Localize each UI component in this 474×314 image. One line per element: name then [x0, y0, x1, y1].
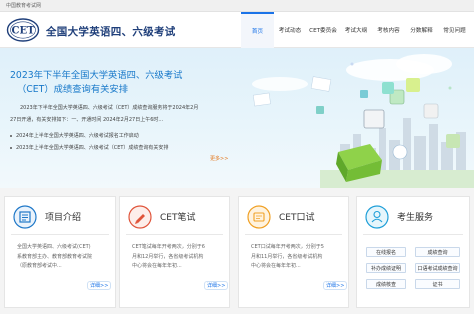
nav-item-faq[interactable]: 常见问题 [438, 12, 471, 48]
card-more-link[interactable]: 详细>> [204, 281, 229, 290]
certificate-button[interactable]: 证书 [415, 279, 460, 289]
card-project-intro: 项目介绍 全国大学英语四、六级考试(CET) 系教育部主办、教育部教育考试院 （… [4, 196, 116, 308]
card-title: 考生服务 [397, 213, 434, 223]
card-more-link[interactable]: 详细>> [323, 281, 348, 290]
card-divider [245, 234, 342, 235]
card-text-line: （原教育部考试中... [17, 263, 62, 269]
site-title: 全国大学英语四、六级考试 [46, 26, 176, 38]
online-registration-button[interactable]: 在线报名 [366, 247, 406, 257]
card-text-line: CET笔试每年开考两次，分别于6 [132, 244, 205, 250]
card-title: 项目介绍 [45, 213, 82, 223]
cet-logo-icon[interactable]: CET [6, 17, 40, 43]
logo-text: CET [11, 26, 35, 37]
card-cet-written: CET笔试 CET笔试每年开考两次，分别于6 月和12月举行，各省级考试机构 中… [119, 196, 230, 308]
book-icon [13, 205, 37, 229]
bullet-icon [10, 134, 12, 137]
user-icon [365, 205, 389, 229]
nav-item-score-explanation[interactable]: 分数解释 [405, 12, 438, 48]
nav-item-cet-committee[interactable]: CET委员会 [306, 12, 340, 48]
city-illustration-icon [252, 54, 474, 188]
notice-text: 2023年下半年全国大学英语四、六级考试（CET）成绩查询服务将于2024年2月 [20, 105, 199, 111]
card-divider [126, 234, 223, 235]
card-divider [363, 234, 463, 235]
card-divider [11, 234, 109, 235]
card-text-line: 全国大学英语四、六级考试(CET) [17, 244, 91, 250]
notice-link[interactable]: 2024年上半年全国大学英语四、六级考试报名工作启动 [10, 132, 139, 139]
bullet-icon [10, 146, 12, 149]
banner-title-line1[interactable]: 2023年下半年全国大学英语四、六级考试 [10, 67, 182, 81]
top-utility-bar: 中国教育考试网 [0, 0, 474, 12]
card-cet-oral: CET口试 CET口试每年开考两次，分别于5 月和11月举行，各省级考试机构 中… [238, 196, 349, 308]
score-review-button[interactable]: 成绩核查 [366, 279, 406, 289]
pencil-icon [128, 205, 152, 229]
card-title: CET口试 [279, 213, 315, 223]
nav-item-exam-news[interactable]: 考试动态 [274, 12, 306, 48]
notice-text-continued: 27日开通，有关安排如下：一、开通时间 2024年2月27日上午6时... [10, 117, 164, 123]
card-text-line: 系教育部主办、教育部教育考试院 [17, 253, 93, 260]
microphone-icon [247, 205, 271, 229]
card-candidate-services: 考生服务 在线报名 成绩查询 补办成绩证明 口语考试成绩查询 成绩核查 证书 [356, 196, 470, 308]
nav-item-syllabus[interactable]: 考试大纲 [340, 12, 372, 48]
oral-score-query-button[interactable]: 口语考试成绩查询 [415, 263, 460, 273]
banner-title-line2[interactable]: （CET）成绩查询有关安排 [17, 81, 128, 95]
card-title: CET笔试 [160, 213, 196, 223]
hero-banner: 2023年下半年全国大学英语四、六级考试 （CET）成绩查询有关安排 2023年… [0, 48, 474, 188]
top-bar-label: 中国教育考试网 [6, 3, 42, 9]
main-nav: 首页 考试动态 CET委员会 考试大纲 考核内容 分数解释 常见问题 [241, 12, 471, 48]
card-text-line: 中心将会在每年年初... [251, 263, 301, 269]
card-text-line: 中心将会在每年年初... [132, 263, 182, 269]
card-text-line: 月和12月举行，各省级考试机构 [132, 253, 204, 260]
nav-item-home[interactable]: 首页 [241, 12, 274, 48]
card-more-link[interactable]: 详细>> [87, 281, 112, 290]
nav-item-assessment[interactable]: 考核内容 [372, 12, 405, 48]
card-text-line: CET口试每年开考两次，分别于5 [251, 244, 324, 250]
card-text-line: 月和11月举行，各省级考试机构 [251, 253, 323, 260]
notice-link[interactable]: 2023年上半年全国大学英语四、六级考试（CET）成绩查询有关安排 [10, 144, 168, 151]
score-query-button[interactable]: 成绩查询 [415, 247, 460, 257]
score-certificate-button[interactable]: 补办成绩证明 [366, 263, 406, 273]
